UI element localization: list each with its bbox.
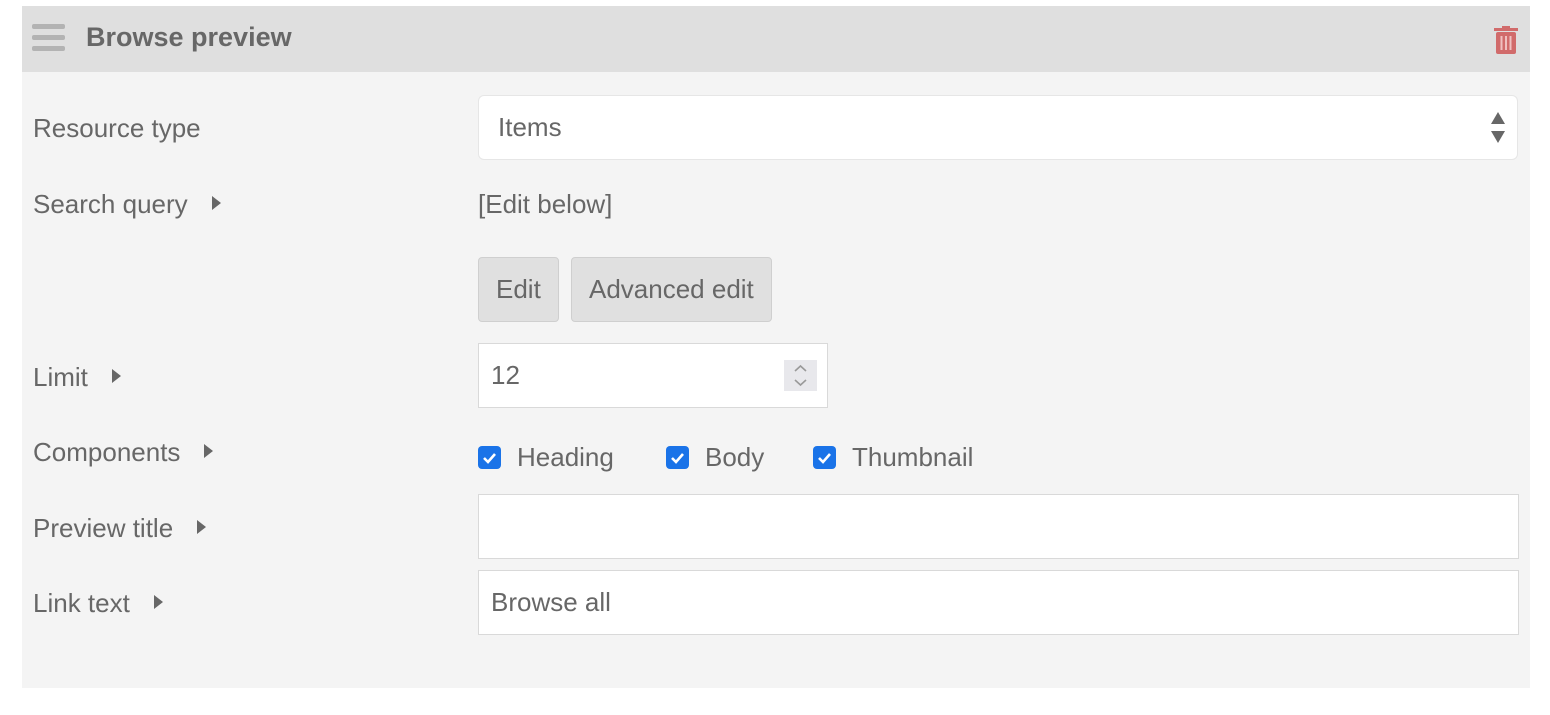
hamburger-icon[interactable] — [32, 24, 65, 54]
checkbox-checked-icon[interactable] — [813, 446, 836, 469]
caret-right-icon[interactable] — [211, 196, 221, 210]
preview-title-input[interactable] — [478, 494, 1519, 559]
search-query-label[interactable]: Search query — [33, 189, 221, 220]
caret-right-icon[interactable] — [197, 520, 207, 534]
component-thumbnail-checkbox[interactable]: Thumbnail — [813, 442, 973, 473]
edit-button[interactable]: Edit — [478, 257, 559, 322]
link-text-label[interactable]: Link text — [33, 588, 163, 619]
caret-right-icon[interactable] — [111, 369, 121, 383]
browse-preview-block: Browse preview Resource type Items Searc… — [22, 6, 1530, 688]
search-query-value: [Edit below] — [478, 189, 613, 219]
preview-title-label[interactable]: Preview title — [33, 513, 207, 544]
component-heading-checkbox[interactable]: Heading — [478, 442, 614, 473]
number-spinner-icon[interactable] — [784, 360, 817, 391]
advanced-edit-button[interactable]: Advanced edit — [571, 257, 772, 322]
component-body-checkbox[interactable]: Body — [666, 442, 764, 473]
caret-right-icon[interactable] — [153, 595, 163, 609]
checkbox-checked-icon[interactable] — [478, 446, 501, 469]
resource-type-value: Items — [498, 112, 562, 142]
trash-icon[interactable] — [1494, 26, 1518, 54]
select-arrows-icon — [1491, 112, 1505, 143]
components-label[interactable]: Components — [33, 437, 214, 468]
resource-type-select[interactable]: Items — [478, 95, 1518, 160]
block-header: Browse preview — [22, 6, 1530, 72]
caret-right-icon[interactable] — [204, 444, 214, 458]
limit-value: 12 — [491, 360, 520, 390]
resource-type-label: Resource type — [33, 113, 201, 143]
block-title: Browse preview — [86, 22, 292, 52]
link-text-input[interactable]: Browse all — [478, 570, 1519, 635]
limit-input[interactable]: 12 — [478, 343, 828, 408]
checkbox-checked-icon[interactable] — [666, 446, 689, 469]
limit-label[interactable]: Limit — [33, 362, 121, 393]
